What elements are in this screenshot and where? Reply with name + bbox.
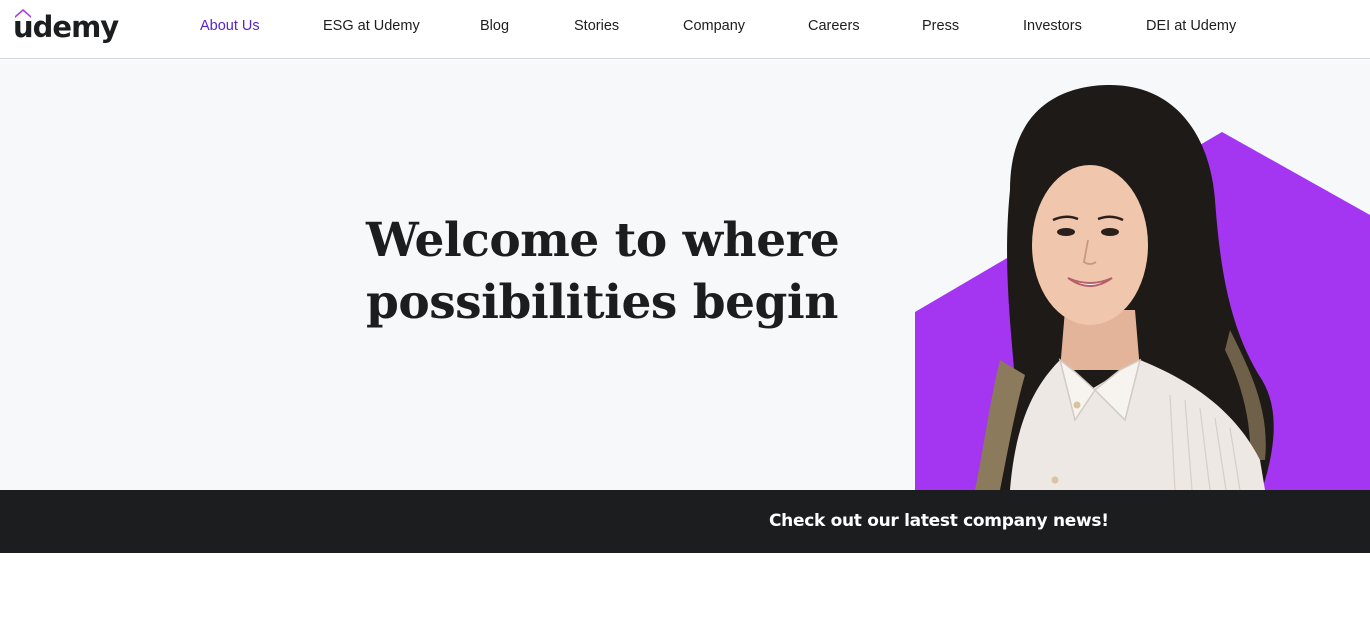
- nav-investors[interactable]: Investors: [1023, 18, 1082, 34]
- nav-company[interactable]: Company: [683, 18, 745, 34]
- company-news-link[interactable]: Check out our latest company news!: [769, 511, 1109, 531]
- company-news-banner: Check out our latest company news!: [0, 490, 1370, 553]
- nav-about-us[interactable]: About Us: [200, 18, 260, 34]
- nav-dei-at-udemy[interactable]: DEI at Udemy: [1146, 18, 1236, 34]
- site-header: udemy About Us ESG at Udemy Blog Stories…: [0, 0, 1370, 59]
- nav-stories[interactable]: Stories: [574, 18, 619, 34]
- portrait-face: [1032, 165, 1148, 325]
- top-navigation: About Us ESG at Udemy Blog Stories Compa…: [0, 0, 1370, 55]
- nav-blog[interactable]: Blog: [480, 18, 509, 34]
- hero-portrait-image: [915, 85, 1370, 490]
- hero-section: Welcome to where possibilities begin: [0, 60, 1370, 490]
- nav-careers[interactable]: Careers: [808, 18, 860, 34]
- nav-esg-at-udemy[interactable]: ESG at Udemy: [323, 18, 420, 34]
- nav-press[interactable]: Press: [922, 18, 959, 34]
